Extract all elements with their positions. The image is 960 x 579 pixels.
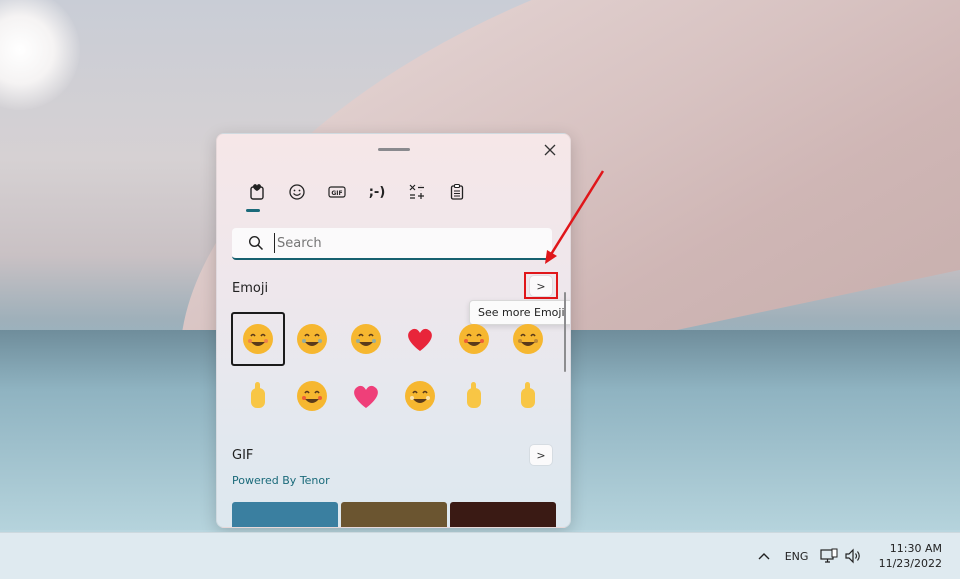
red-heart-icon bbox=[408, 328, 432, 351]
two-hearts-icon bbox=[354, 385, 378, 408]
emoji-item[interactable] bbox=[447, 312, 501, 366]
tab-favorites[interactable] bbox=[237, 178, 277, 212]
tab-emoji[interactable] bbox=[277, 178, 317, 206]
search-input[interactable] bbox=[274, 233, 539, 253]
system-tray: ENG 11:30 AM 11/23/2022 bbox=[751, 533, 960, 579]
pleading-face-icon bbox=[513, 324, 543, 354]
smiling-face-with-smiling-eyes-icon bbox=[243, 324, 273, 354]
tab-kaomoji[interactable]: ;-) bbox=[357, 178, 397, 206]
taskbar: ENG 11:30 AM 11/23/2022 bbox=[0, 532, 960, 579]
search-icon bbox=[248, 235, 264, 251]
clock-date: 11/23/2022 bbox=[878, 557, 942, 570]
beaming-face-icon bbox=[405, 381, 435, 411]
gif-thumbnail[interactable] bbox=[232, 502, 338, 527]
clock[interactable]: 11:30 AM 11/23/2022 bbox=[879, 541, 942, 571]
panel-tabs: GIF ;-) bbox=[237, 178, 477, 212]
symbols-icon bbox=[409, 184, 424, 199]
clock-time: 11:30 AM bbox=[889, 542, 942, 555]
emoji-item[interactable] bbox=[339, 312, 393, 366]
smiling-face-with-heart-eyes-icon bbox=[459, 324, 489, 354]
network-icon bbox=[819, 548, 838, 563]
emoji-panel: GIF ;-) Emoji bbox=[216, 133, 571, 528]
close-button[interactable] bbox=[540, 140, 560, 160]
emoji-item[interactable] bbox=[393, 312, 447, 366]
emoji-section-title: Emoji bbox=[232, 281, 269, 296]
gif-icon: GIF bbox=[328, 186, 346, 198]
face-blowing-a-kiss-icon bbox=[297, 381, 327, 411]
rolling-on-floor-laughing-icon bbox=[351, 324, 381, 354]
ok-hand-icon bbox=[251, 382, 265, 408]
see-more-gif-button[interactable]: > bbox=[530, 445, 552, 465]
annotation-highlight-box bbox=[524, 272, 558, 299]
tab-clipboard[interactable] bbox=[437, 178, 477, 206]
emoji-item[interactable] bbox=[285, 369, 339, 423]
close-icon bbox=[544, 144, 556, 156]
face-with-tears-of-joy-icon bbox=[297, 324, 327, 354]
emoji-item[interactable] bbox=[285, 312, 339, 366]
kaomoji-label: ;-) bbox=[368, 184, 386, 200]
tab-symbols[interactable] bbox=[397, 178, 437, 206]
heart-box-icon bbox=[250, 184, 264, 200]
network-button[interactable] bbox=[817, 548, 841, 564]
scrollbar[interactable] bbox=[564, 292, 566, 372]
drag-handle[interactable] bbox=[378, 148, 410, 151]
emoji-item[interactable] bbox=[231, 369, 285, 423]
gif-row bbox=[232, 502, 556, 527]
volume-button[interactable] bbox=[841, 548, 865, 564]
annotation-arrow bbox=[545, 170, 605, 264]
language-label: ENG bbox=[784, 549, 809, 563]
gif-thumbnail[interactable] bbox=[341, 502, 447, 527]
gif-section-title: GIF bbox=[232, 448, 254, 463]
emoji-item[interactable] bbox=[339, 369, 393, 423]
show-hidden-icons-button[interactable] bbox=[751, 552, 777, 560]
emoji-grid bbox=[231, 312, 555, 426]
search-box[interactable] bbox=[232, 228, 552, 260]
emoji-item[interactable] bbox=[231, 312, 285, 366]
smiley-icon bbox=[289, 184, 305, 200]
speaker-icon bbox=[844, 548, 860, 564]
emoji-item[interactable] bbox=[501, 312, 555, 366]
emoji-item[interactable] bbox=[447, 369, 501, 423]
svg-text:GIF: GIF bbox=[331, 190, 342, 197]
chevron-up-icon bbox=[758, 553, 770, 560]
thumbs-up-icon bbox=[467, 382, 481, 408]
tab-gif[interactable]: GIF bbox=[317, 178, 357, 206]
emoji-item[interactable] bbox=[393, 369, 447, 423]
wallpaper-sun bbox=[0, 0, 80, 110]
gif-thumbnail[interactable] bbox=[450, 502, 556, 527]
clipboard-icon bbox=[450, 183, 464, 200]
language-button[interactable]: ENG bbox=[777, 550, 817, 563]
raising-hands-icon bbox=[521, 382, 535, 408]
powered-by-tenor: Powered By Tenor bbox=[232, 474, 330, 487]
emoji-item[interactable] bbox=[501, 369, 555, 423]
chevron-right-icon: > bbox=[536, 448, 546, 462]
